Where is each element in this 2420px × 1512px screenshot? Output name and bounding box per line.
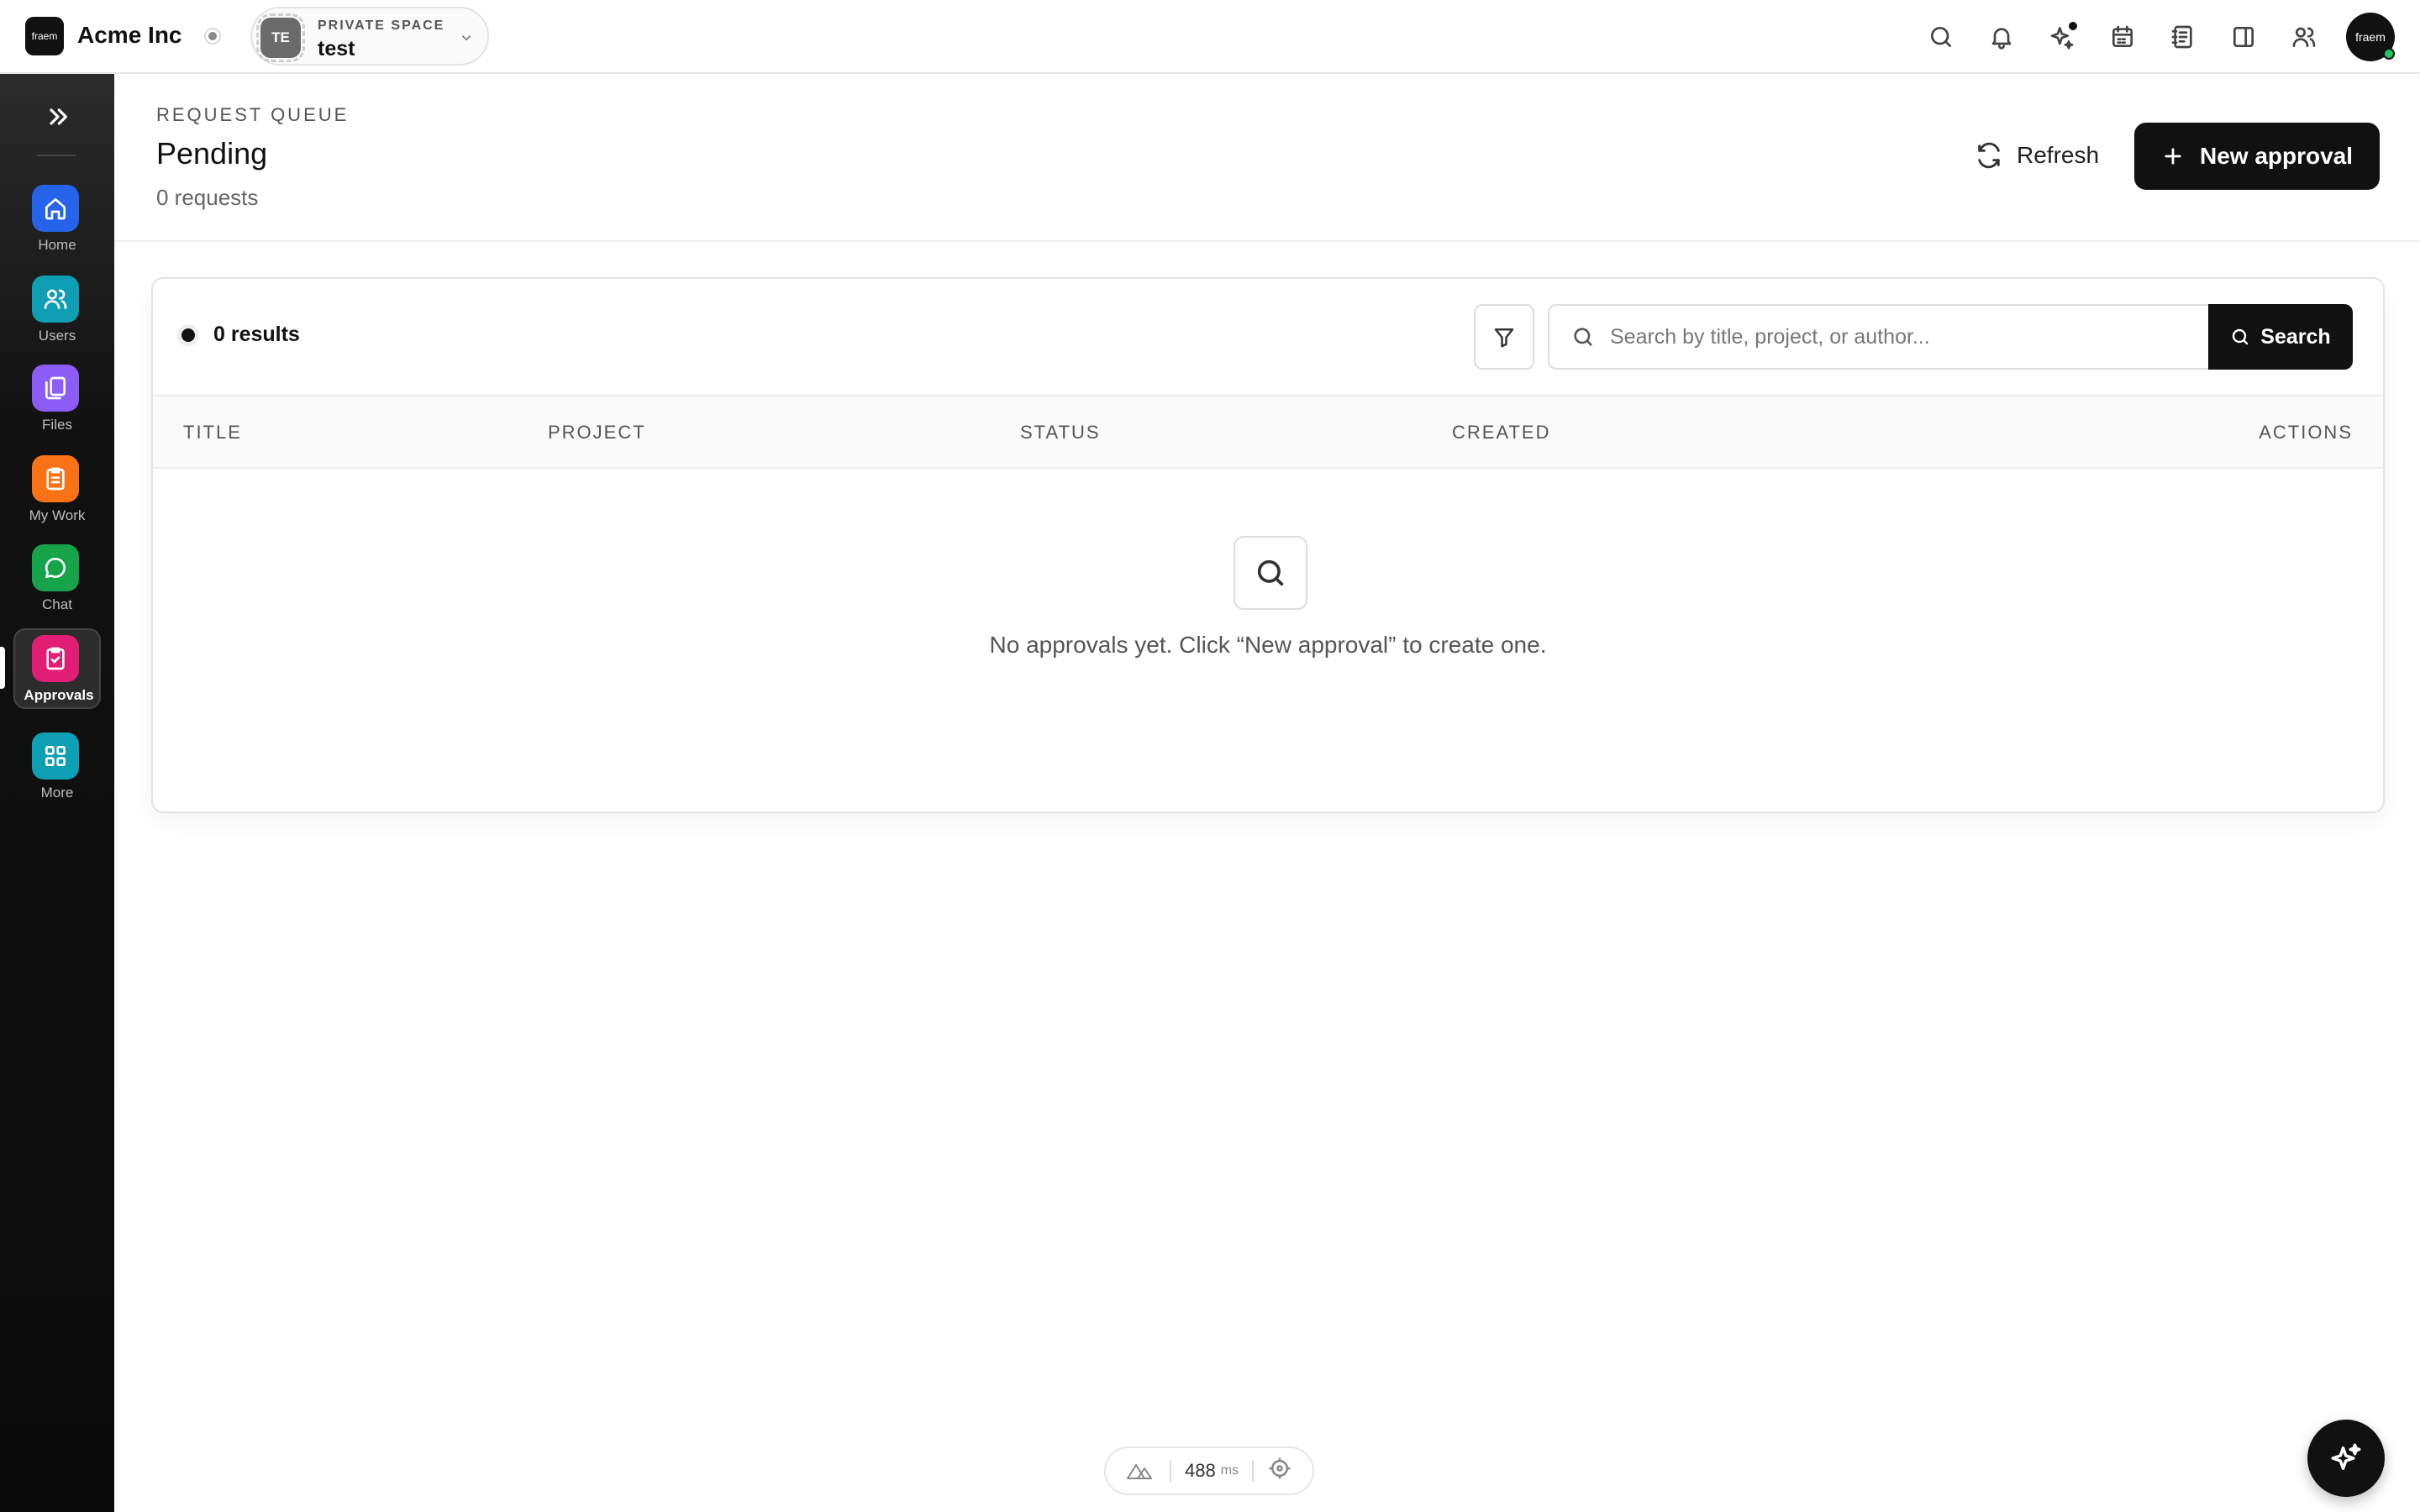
sidebar: Home Users Files My Work Chat Approvals <box>0 74 114 1512</box>
notebook-icon[interactable] <box>2166 20 2200 54</box>
top-bar: fraem Acme Inc TE PRIVATE SPACE test fra… <box>0 0 2420 74</box>
sparkles-icon[interactable] <box>2045 20 2079 54</box>
calendar-icon[interactable] <box>2106 20 2139 54</box>
filter-icon <box>1494 328 1514 348</box>
search-button-label: Search <box>2260 324 2331 349</box>
clipboard-icon <box>32 455 79 502</box>
notification-dot <box>2069 22 2077 30</box>
sidebar-item-chat[interactable]: Chat <box>13 538 101 618</box>
space-avatar: TE <box>256 13 305 62</box>
sidebar-item-label: Files <box>42 417 72 433</box>
org-logo[interactable]: fraem <box>25 17 64 55</box>
bell-icon[interactable] <box>1985 20 2018 54</box>
space-name: test <box>318 37 355 60</box>
space-type-label: PRIVATE SPACE <box>318 18 445 33</box>
separator <box>1169 1460 1171 1482</box>
sidebar-item-more[interactable]: More <box>13 726 101 806</box>
refresh-icon <box>1978 142 2000 169</box>
page-eyebrow: REQUEST QUEUE <box>156 104 350 125</box>
search-icon[interactable] <box>1924 20 1958 54</box>
results-count: 0 results <box>182 323 300 347</box>
sidebar-item-approvals[interactable]: Approvals <box>13 628 101 709</box>
column-header-project[interactable]: PROJECT <box>548 422 646 444</box>
header-divider <box>114 240 2420 242</box>
user-avatar-text: fraem <box>2355 30 2386 44</box>
chevron-down-icon <box>461 35 471 41</box>
search-field <box>1548 304 2212 370</box>
search-icon <box>1574 328 1592 346</box>
results-dot <box>182 328 195 342</box>
results-label: 0 results <box>213 323 300 346</box>
top-actions: fraem <box>1897 12 2395 62</box>
table-header: TITLE PROJECT STATUS CREATED ACTIONS <box>153 395 2383 469</box>
sidebar-item-my-work[interactable]: My Work <box>13 449 101 529</box>
users-icon <box>32 276 79 323</box>
home-icon <box>32 185 79 232</box>
column-header-title[interactable]: TITLE <box>183 422 242 444</box>
online-status-dot <box>2383 48 2395 60</box>
sparkles-icon <box>2331 1443 2361 1470</box>
framework-logo-icon <box>1126 1464 1152 1479</box>
column-header-created[interactable]: CREATED <box>1452 422 1551 444</box>
ai-assistant-button[interactable] <box>2307 1420 2385 1497</box>
page-title: Pending <box>156 136 268 171</box>
sidebar-item-label: More <box>40 785 74 801</box>
people-icon[interactable] <box>2287 20 2321 54</box>
empty-state-search-icon <box>1234 536 1307 610</box>
sidebar-item-users[interactable]: Users <box>13 269 101 349</box>
user-avatar[interactable]: fraem <box>2346 13 2395 61</box>
sidebar-item-label: Chat <box>42 596 72 612</box>
org-name[interactable]: Acme Inc <box>77 22 182 49</box>
plus-icon <box>2165 148 2181 165</box>
perf-unit: ms <box>1220 1463 1239 1478</box>
grid-icon <box>32 732 79 780</box>
expand-sidebar-icon[interactable] <box>40 99 76 134</box>
active-nav-marker <box>0 647 5 689</box>
files-icon <box>32 365 79 412</box>
column-header-actions: ACTIONS <box>2259 422 2353 443</box>
empty-state-message: No approvals yet. Click “New approval” t… <box>989 632 1547 658</box>
separator <box>1252 1460 1255 1482</box>
performance-indicator[interactable]: 488 ms <box>1104 1446 1314 1495</box>
new-approval-button[interactable]: New approval <box>2134 123 2380 190</box>
new-approval-label: New approval <box>2199 143 2354 169</box>
refresh-button[interactable]: Refresh <box>1975 126 2099 185</box>
search-icon <box>2233 328 2249 345</box>
space-switcher[interactable]: TE PRIVATE SPACE test <box>250 7 489 66</box>
org-status-indicator <box>204 28 221 45</box>
chat-icon <box>32 544 79 591</box>
column-header-status[interactable]: STATUS <box>1020 422 1101 444</box>
sidebar-divider <box>37 155 76 156</box>
panel-icon[interactable] <box>2227 20 2260 54</box>
approval-icon <box>32 635 79 682</box>
target-icon[interactable] <box>1267 1456 1292 1486</box>
sidebar-item-home[interactable]: Home <box>13 178 101 259</box>
approvals-card: 0 results Search TITLE PROJECT STATUS CR… <box>151 277 2385 813</box>
perf-value: 488 <box>1184 1460 1216 1481</box>
search-button[interactable]: Search <box>2208 304 2353 370</box>
sidebar-item-label: Approvals <box>24 687 94 703</box>
request-count: 0 requests <box>156 185 259 210</box>
sidebar-item-label: Home <box>38 237 76 253</box>
refresh-label: Refresh <box>2017 142 2100 168</box>
search-input[interactable] <box>1610 324 2181 349</box>
sidebar-item-files[interactable]: Files <box>13 358 101 438</box>
sidebar-item-label: My Work <box>29 507 86 523</box>
sidebar-item-label: Users <box>38 328 76 344</box>
filter-button[interactable] <box>1474 304 1534 370</box>
